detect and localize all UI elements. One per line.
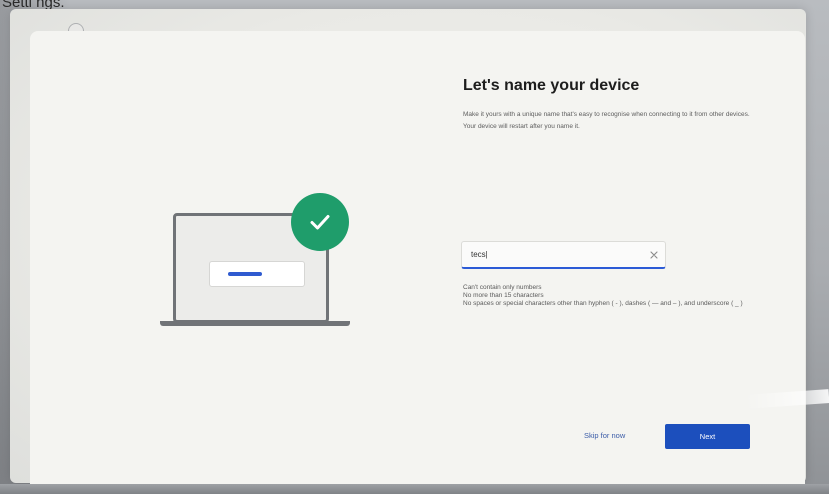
next-button[interactable]: Next <box>665 424 750 449</box>
rule-item: Can't contain only numbers <box>463 284 542 291</box>
monitor-bezel <box>0 484 829 494</box>
name-rules: Can't contain only numbers No more than … <box>463 284 773 308</box>
close-icon[interactable] <box>648 248 660 260</box>
skip-button[interactable]: Skip for now <box>584 431 625 440</box>
page-description: Make it yours with a unique name that's … <box>463 111 750 130</box>
rule-item: No more than 15 characters <box>463 292 544 299</box>
laptop-field-line <box>228 272 262 276</box>
checkmark-icon <box>291 193 349 251</box>
device-name-value: tecs| <box>471 250 488 259</box>
laptop-field <box>209 261 305 287</box>
monitor-screen <box>10 9 806 493</box>
device-name-input[interactable]: tecs| <box>461 241 666 269</box>
rule-item: No spaces or special characters other th… <box>463 300 743 307</box>
page-title: Let's name your device <box>463 77 640 94</box>
laptop-base <box>160 321 350 326</box>
